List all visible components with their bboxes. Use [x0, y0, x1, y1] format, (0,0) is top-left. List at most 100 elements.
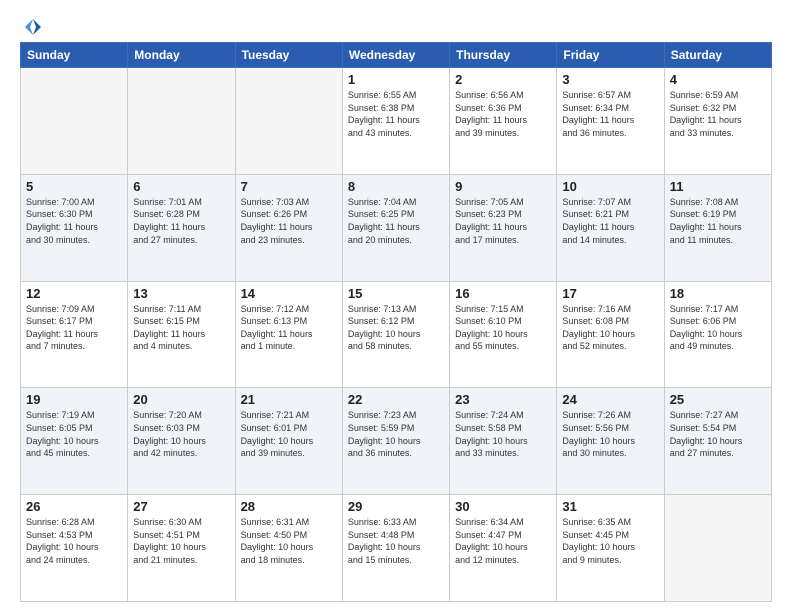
calendar-cell: 24 Sunrise: 7:26 AM Sunset: 5:56 PM Dayli… — [557, 388, 664, 495]
weekday-header-thursday: Thursday — [450, 43, 557, 68]
calendar-cell: 7 Sunrise: 7:03 AM Sunset: 6:26 PM Daylig… — [235, 174, 342, 281]
day-info: Sunrise: 6:33 AM Sunset: 4:48 PM Dayligh… — [348, 516, 444, 566]
day-number: 24 — [562, 392, 658, 407]
day-number: 6 — [133, 179, 229, 194]
day-number: 22 — [348, 392, 444, 407]
calendar-cell: 15Sunrise: 7:13 AM Sunset: 6:12 PM Dayli… — [342, 281, 449, 388]
logo — [20, 16, 44, 34]
week-row-2: 5Sunrise: 7:00 AM Sunset: 6:30 PM Daylig… — [21, 174, 772, 281]
calendar-cell: 12 Sunrise: 7:09 AM Sunset: 6:17 PM Dayli… — [21, 281, 128, 388]
day-number: 7 — [241, 179, 337, 194]
header — [20, 16, 772, 34]
day-number: 3 — [562, 72, 658, 87]
calendar-cell: 23Sunrise: 7:24 AM Sunset: 5:58 PM Dayli… — [450, 388, 557, 495]
day-info: Sunrise: 6:57 AM Sunset: 6:34 PM Dayligh… — [562, 89, 658, 139]
calendar-cell: 27 Sunrise: 6:30 AM Sunset: 4:51 PM Dayli… — [128, 495, 235, 602]
calendar-cell: 22 Sunrise: 7:23 AM Sunset: 5:59 PM Dayli… — [342, 388, 449, 495]
day-number: 8 — [348, 179, 444, 194]
day-info: Sunrise: 7:21 AM Sunset: 6:01 PM Dayligh… — [241, 409, 337, 459]
calendar-cell: 30 Sunrise: 6:34 AM Sunset: 4:47 PM Dayli… — [450, 495, 557, 602]
calendar-cell — [21, 68, 128, 175]
calendar-cell: 29Sunrise: 6:33 AM Sunset: 4:48 PM Dayli… — [342, 495, 449, 602]
calendar-cell: 17 Sunrise: 7:16 AM Sunset: 6:08 PM Dayli… — [557, 281, 664, 388]
day-info: Sunrise: 7:20 AM Sunset: 6:03 PM Dayligh… — [133, 409, 229, 459]
day-number: 20 — [133, 392, 229, 407]
calendar-cell: 31 Sunrise: 6:35 AM Sunset: 4:45 PM Dayli… — [557, 495, 664, 602]
weekday-header-tuesday: Tuesday — [235, 43, 342, 68]
calendar-cell — [664, 495, 771, 602]
day-info: Sunrise: 6:56 AM Sunset: 6:36 PM Dayligh… — [455, 89, 551, 139]
day-number: 28 — [241, 499, 337, 514]
day-info: Sunrise: 7:19 AM Sunset: 6:05 PM Dayligh… — [26, 409, 122, 459]
day-info: Sunrise: 7:12 AM Sunset: 6:13 PM Dayligh… — [241, 303, 337, 353]
calendar-cell: 11Sunrise: 7:08 AM Sunset: 6:19 PM Dayli… — [664, 174, 771, 281]
day-info: Sunrise: 6:30 AM Sunset: 4:51 PM Dayligh… — [133, 516, 229, 566]
day-info: Sunrise: 7:23 AM Sunset: 5:59 PM Dayligh… — [348, 409, 444, 459]
day-number: 26 — [26, 499, 122, 514]
day-info: Sunrise: 7:03 AM Sunset: 6:26 PM Dayligh… — [241, 196, 337, 246]
day-info: Sunrise: 7:16 AM Sunset: 6:08 PM Dayligh… — [562, 303, 658, 353]
day-info: Sunrise: 7:17 AM Sunset: 6:06 PM Dayligh… — [670, 303, 766, 353]
page: SundayMondayTuesdayWednesdayThursdayFrid… — [0, 0, 792, 612]
logo-icon — [22, 16, 44, 38]
day-number: 19 — [26, 392, 122, 407]
day-number: 10 — [562, 179, 658, 194]
week-row-4: 19 Sunrise: 7:19 AM Sunset: 6:05 PM Dayli… — [21, 388, 772, 495]
day-info: Sunrise: 7:05 AM Sunset: 6:23 PM Dayligh… — [455, 196, 551, 246]
day-info: Sunrise: 6:35 AM Sunset: 4:45 PM Dayligh… — [562, 516, 658, 566]
day-number: 2 — [455, 72, 551, 87]
day-info: Sunrise: 6:31 AM Sunset: 4:50 PM Dayligh… — [241, 516, 337, 566]
day-number: 12 — [26, 286, 122, 301]
calendar-cell: 14 Sunrise: 7:12 AM Sunset: 6:13 PM Dayli… — [235, 281, 342, 388]
calendar-cell: 13Sunrise: 7:11 AM Sunset: 6:15 PM Dayli… — [128, 281, 235, 388]
day-info: Sunrise: 7:15 AM Sunset: 6:10 PM Dayligh… — [455, 303, 551, 353]
day-info: Sunrise: 6:55 AM Sunset: 6:38 PM Dayligh… — [348, 89, 444, 139]
day-info: Sunrise: 7:01 AM Sunset: 6:28 PM Dayligh… — [133, 196, 229, 246]
day-number: 4 — [670, 72, 766, 87]
day-info: Sunrise: 7:07 AM Sunset: 6:21 PM Dayligh… — [562, 196, 658, 246]
day-number: 23 — [455, 392, 551, 407]
day-number: 18 — [670, 286, 766, 301]
calendar-cell: 1 Sunrise: 6:55 AM Sunset: 6:38 PM Daylig… — [342, 68, 449, 175]
day-number: 30 — [455, 499, 551, 514]
week-row-1: 1 Sunrise: 6:55 AM Sunset: 6:38 PM Daylig… — [21, 68, 772, 175]
day-number: 13 — [133, 286, 229, 301]
weekday-header-wednesday: Wednesday — [342, 43, 449, 68]
day-number: 31 — [562, 499, 658, 514]
day-info: Sunrise: 6:34 AM Sunset: 4:47 PM Dayligh… — [455, 516, 551, 566]
calendar-cell: 8 Sunrise: 7:04 AM Sunset: 6:25 PM Daylig… — [342, 174, 449, 281]
day-number: 16 — [455, 286, 551, 301]
calendar-cell: 2 Sunrise: 6:56 AM Sunset: 6:36 PM Daylig… — [450, 68, 557, 175]
day-info: Sunrise: 7:27 AM Sunset: 5:54 PM Dayligh… — [670, 409, 766, 459]
calendar-body: 1 Sunrise: 6:55 AM Sunset: 6:38 PM Daylig… — [21, 68, 772, 602]
weekday-header-sunday: Sunday — [21, 43, 128, 68]
day-info: Sunrise: 7:26 AM Sunset: 5:56 PM Dayligh… — [562, 409, 658, 459]
calendar-cell: 10 Sunrise: 7:07 AM Sunset: 6:21 PM Dayli… — [557, 174, 664, 281]
day-number: 25 — [670, 392, 766, 407]
calendar-table: SundayMondayTuesdayWednesdayThursdayFrid… — [20, 42, 772, 602]
calendar-cell — [235, 68, 342, 175]
day-number: 5 — [26, 179, 122, 194]
day-number: 17 — [562, 286, 658, 301]
day-info: Sunrise: 6:28 AM Sunset: 4:53 PM Dayligh… — [26, 516, 122, 566]
week-row-3: 12 Sunrise: 7:09 AM Sunset: 6:17 PM Dayli… — [21, 281, 772, 388]
day-number: 14 — [241, 286, 337, 301]
day-info: Sunrise: 7:04 AM Sunset: 6:25 PM Dayligh… — [348, 196, 444, 246]
day-info: Sunrise: 7:13 AM Sunset: 6:12 PM Dayligh… — [348, 303, 444, 353]
weekday-header-monday: Monday — [128, 43, 235, 68]
calendar-cell: 20 Sunrise: 7:20 AM Sunset: 6:03 PM Dayli… — [128, 388, 235, 495]
weekday-header-friday: Friday — [557, 43, 664, 68]
day-info: Sunrise: 7:09 AM Sunset: 6:17 PM Dayligh… — [26, 303, 122, 353]
calendar-cell: 4 Sunrise: 6:59 AM Sunset: 6:32 PM Daylig… — [664, 68, 771, 175]
calendar-cell: 3 Sunrise: 6:57 AM Sunset: 6:34 PM Daylig… — [557, 68, 664, 175]
day-info: Sunrise: 6:59 AM Sunset: 6:32 PM Dayligh… — [670, 89, 766, 139]
calendar-cell: 19 Sunrise: 7:19 AM Sunset: 6:05 PM Dayli… — [21, 388, 128, 495]
day-number: 21 — [241, 392, 337, 407]
day-number: 27 — [133, 499, 229, 514]
day-number: 1 — [348, 72, 444, 87]
calendar-cell — [128, 68, 235, 175]
day-number: 9 — [455, 179, 551, 194]
calendar-cell: 5Sunrise: 7:00 AM Sunset: 6:30 PM Daylig… — [21, 174, 128, 281]
calendar-cell: 26 Sunrise: 6:28 AM Sunset: 4:53 PM Dayli… — [21, 495, 128, 602]
calendar-cell: 28 Sunrise: 6:31 AM Sunset: 4:50 PM Dayli… — [235, 495, 342, 602]
